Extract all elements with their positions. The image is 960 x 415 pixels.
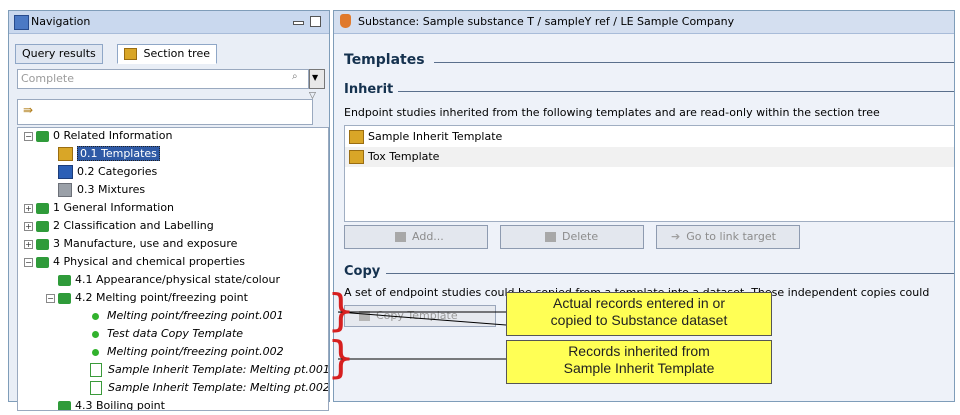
callout-leader-lines [337,311,507,360]
callout-actual-records: Actual records entered in or copied to S… [506,292,772,336]
inherited-records-brace: } [327,332,355,383]
callout-line: copied to Substance dataset [550,312,728,328]
callout-line: Sample Inherit Template [563,360,715,376]
callout-inherited-records: Records inherited from Sample Inherit Te… [506,340,772,384]
actual-records-brace: } [327,285,355,336]
callout-line: Records inherited from [568,343,710,359]
callout-line: Actual records entered in or [553,295,725,311]
